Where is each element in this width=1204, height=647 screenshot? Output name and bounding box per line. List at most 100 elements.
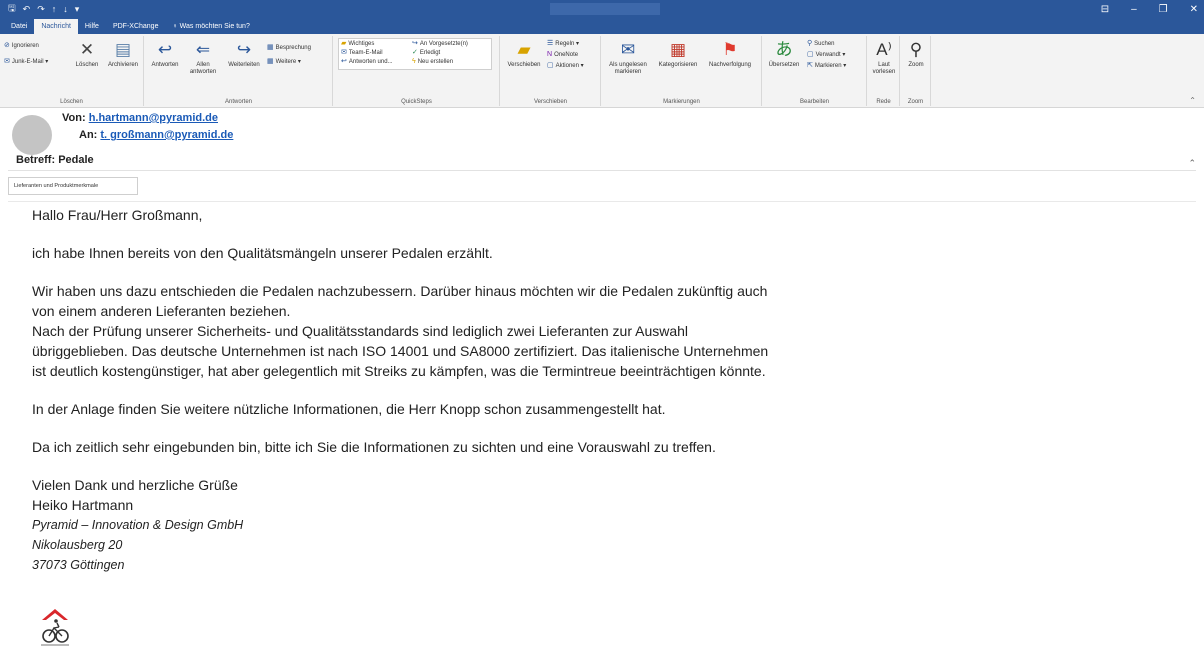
more-button[interactable]: ▦ Weitere ▾ [267,58,301,66]
reply-all-label: Allen antworten [189,62,217,75]
related-button[interactable]: ▢ Verwandt ▾ [807,51,845,59]
search-icon: ⚲ [807,40,813,47]
follow-up-button[interactable]: ⚑ Nachverfolgung [704,40,756,69]
checkmark-icon: ✓ [412,49,418,56]
ribbon-display-icon[interactable]: ⊟ [1101,4,1109,15]
collapse-header-icon[interactable]: ⌃ [1188,158,1196,169]
from-line: Von: h.hartmann@pyramid.de [62,112,218,124]
tell-me-label: Was möchten Sie tun? [179,23,250,30]
find-button[interactable]: ⚲ Suchen [807,40,835,48]
follow-up-label: Nachverfolgung [708,62,752,68]
reply-label: Antworten [151,62,179,68]
divider [8,201,1196,202]
quickstep-reply-delete[interactable]: ↩ Antworten und... [341,58,393,66]
meeting-label: Besprechung [275,45,311,51]
translate-button[interactable]: あ Übersetzen [765,40,803,69]
zoom-button[interactable]: ⚲ Zoom [902,40,930,69]
quickstep-manager[interactable]: ↪ An Vorgesetzte(n) [412,40,468,48]
group-zoom: ⚲ Zoom Zoom [901,36,931,106]
from-address-link[interactable]: h.hartmann@pyramid.de [89,112,218,124]
meeting-button[interactable]: ▦ Besprechung [267,44,311,52]
actions-icon: ▢ [547,62,554,69]
mark-unread-button[interactable]: ✉ Als ungelesen markieren [604,40,652,76]
to-address-link[interactable]: t. großmann@pyramid.de [100,129,233,141]
reply-all-button[interactable]: ⇐ Allen antworten [185,40,221,76]
reply-button[interactable]: ↩ Antworten [147,40,183,69]
group-label-loeschen: Löschen [60,99,83,105]
categorize-button[interactable]: ▦ Kategorisieren [652,40,704,69]
paragraph-2-line-3: Nach der Prüfung unserer Sicherheits- un… [32,323,689,339]
paragraph-1: ich habe Ihnen bereits von den Qualitäts… [32,245,493,261]
signature-street: Nikolausberg 20 [32,538,123,552]
actions-label: Aktionen [555,63,579,69]
tab-datei[interactable]: Datei [4,20,34,34]
signature-company: Pyramid – Innovation & Design GmbH [32,518,244,532]
undo-icon[interactable]: ↶ [23,4,31,15]
move-label: Verschieben [507,62,541,68]
reply-all-icon: ⇐ [195,40,211,59]
actions-button[interactable]: ▢ Aktionen ▾ [547,62,584,70]
reply-icon: ↩ [341,58,347,65]
tell-me-search[interactable]: ♀ Was möchten Sie tun? [165,20,256,34]
group-label-antworten: Antworten [224,99,252,105]
ignore-label: Ignorieren [11,43,39,49]
closing-text: Vielen Dank und herzliche Grüße [32,477,238,493]
maximize-icon[interactable]: ❐ [1159,4,1168,15]
quickstep-label: Antworten und... [348,59,393,65]
delete-button[interactable]: ✕ Löschen [70,40,104,69]
tab-pdf-xchange[interactable]: PDF-XChange [106,20,166,34]
junk-mail-button[interactable]: ✉ Junk-E-Mail ▾ [4,58,48,66]
group-label-quicksteps: QuickSteps [401,99,432,105]
ignore-button[interactable]: ⊘ Ignorieren [4,42,39,50]
archive-button[interactable]: ▤ Archivieren [104,40,142,69]
archive-label: Archivieren [107,62,138,68]
quickstep-team-mail[interactable]: ✉ Team-E-Mail [341,49,383,57]
up-icon[interactable]: ↑ [52,4,57,14]
signature-city: 37073 Göttingen [32,558,125,572]
cursor-icon: ⇱ [807,62,813,69]
group-label-bearbeiten: Bearbeiten [799,99,830,105]
group-verschieben: ▰ Verschieben ☰ Regeln ▾ N OneNote ▢ Aktione… [501,36,601,106]
tab-hilfe[interactable]: Hilfe [78,20,106,34]
read-aloud-button[interactable]: A⁾ Laut vorlesen [869,40,899,76]
ribbon: ⊘ Ignorieren ✉ Junk-E-Mail ▾ ✕ Löschen ▤ Arc… [0,34,1204,108]
down-icon[interactable]: ↓ [63,4,68,14]
quickstep-label: Wichtiges [348,41,375,47]
title-search-box[interactable] [550,3,660,15]
customize-icon[interactable]: ▾ [75,4,80,15]
rules-label: Regeln [555,41,575,47]
collapse-ribbon-icon[interactable]: ⌃ [1189,96,1196,105]
find-label: Suchen [814,41,835,47]
rules-button[interactable]: ☰ Regeln ▾ [547,40,579,48]
group-label-verschieben: Verschieben [533,99,568,105]
move-button[interactable]: ▰ Verschieben [503,40,545,69]
attachment-chip[interactable]: Lieferanten und Produktmerkmale [8,177,138,195]
quickstep-label: Neu erstellen [417,59,454,65]
title-bar: 🖫 ↶ ↷ ↑ ↓ ▾ ⊟ – ❐ ✕ [0,0,1204,18]
tab-nachricht[interactable]: Nachricht [34,19,78,34]
divider [8,170,1196,171]
redo-icon[interactable]: ↷ [37,4,45,15]
forward-icon: ↪ [236,40,252,59]
save-icon[interactable]: 🖫 [8,1,16,17]
from-label: Von: [62,112,86,124]
lightbulb-icon: ♀ [172,23,180,30]
ribbon-tabs: Datei Nachricht Hilfe PDF-XChange ♀ Was … [0,18,1204,34]
magnifier-icon: ⚲ [909,40,923,59]
minimize-icon[interactable]: – [1131,4,1137,15]
select-button[interactable]: ⇱ Markieren ▾ [807,62,846,70]
flag-icon: ⚑ [722,40,738,59]
quickstep-new[interactable]: ϟ Neu erstellen [412,58,453,66]
close-icon[interactable]: ✕ [1190,4,1198,15]
mail-icon: ✉ [341,49,347,56]
quickstep-wichtiges[interactable]: ▰ Wichtiges [341,40,374,48]
group-markierungen: ✉ Als ungelesen markieren ▦ Kategorisieren… [602,36,762,106]
subject-label: Betreff: [16,154,56,166]
to-label: An: [79,129,98,141]
to-line: An: t. großmann@pyramid.de [79,129,233,141]
related-label: Verwandt [815,52,841,58]
quickstep-done[interactable]: ✓ Erledigt [412,49,440,57]
forward-button[interactable]: ↪ Weiterleiten [223,40,265,69]
paragraph-2-line-4: übriggeblieben. Das deutsche Unternehmen… [32,343,769,359]
onenote-button[interactable]: N OneNote [547,51,578,59]
